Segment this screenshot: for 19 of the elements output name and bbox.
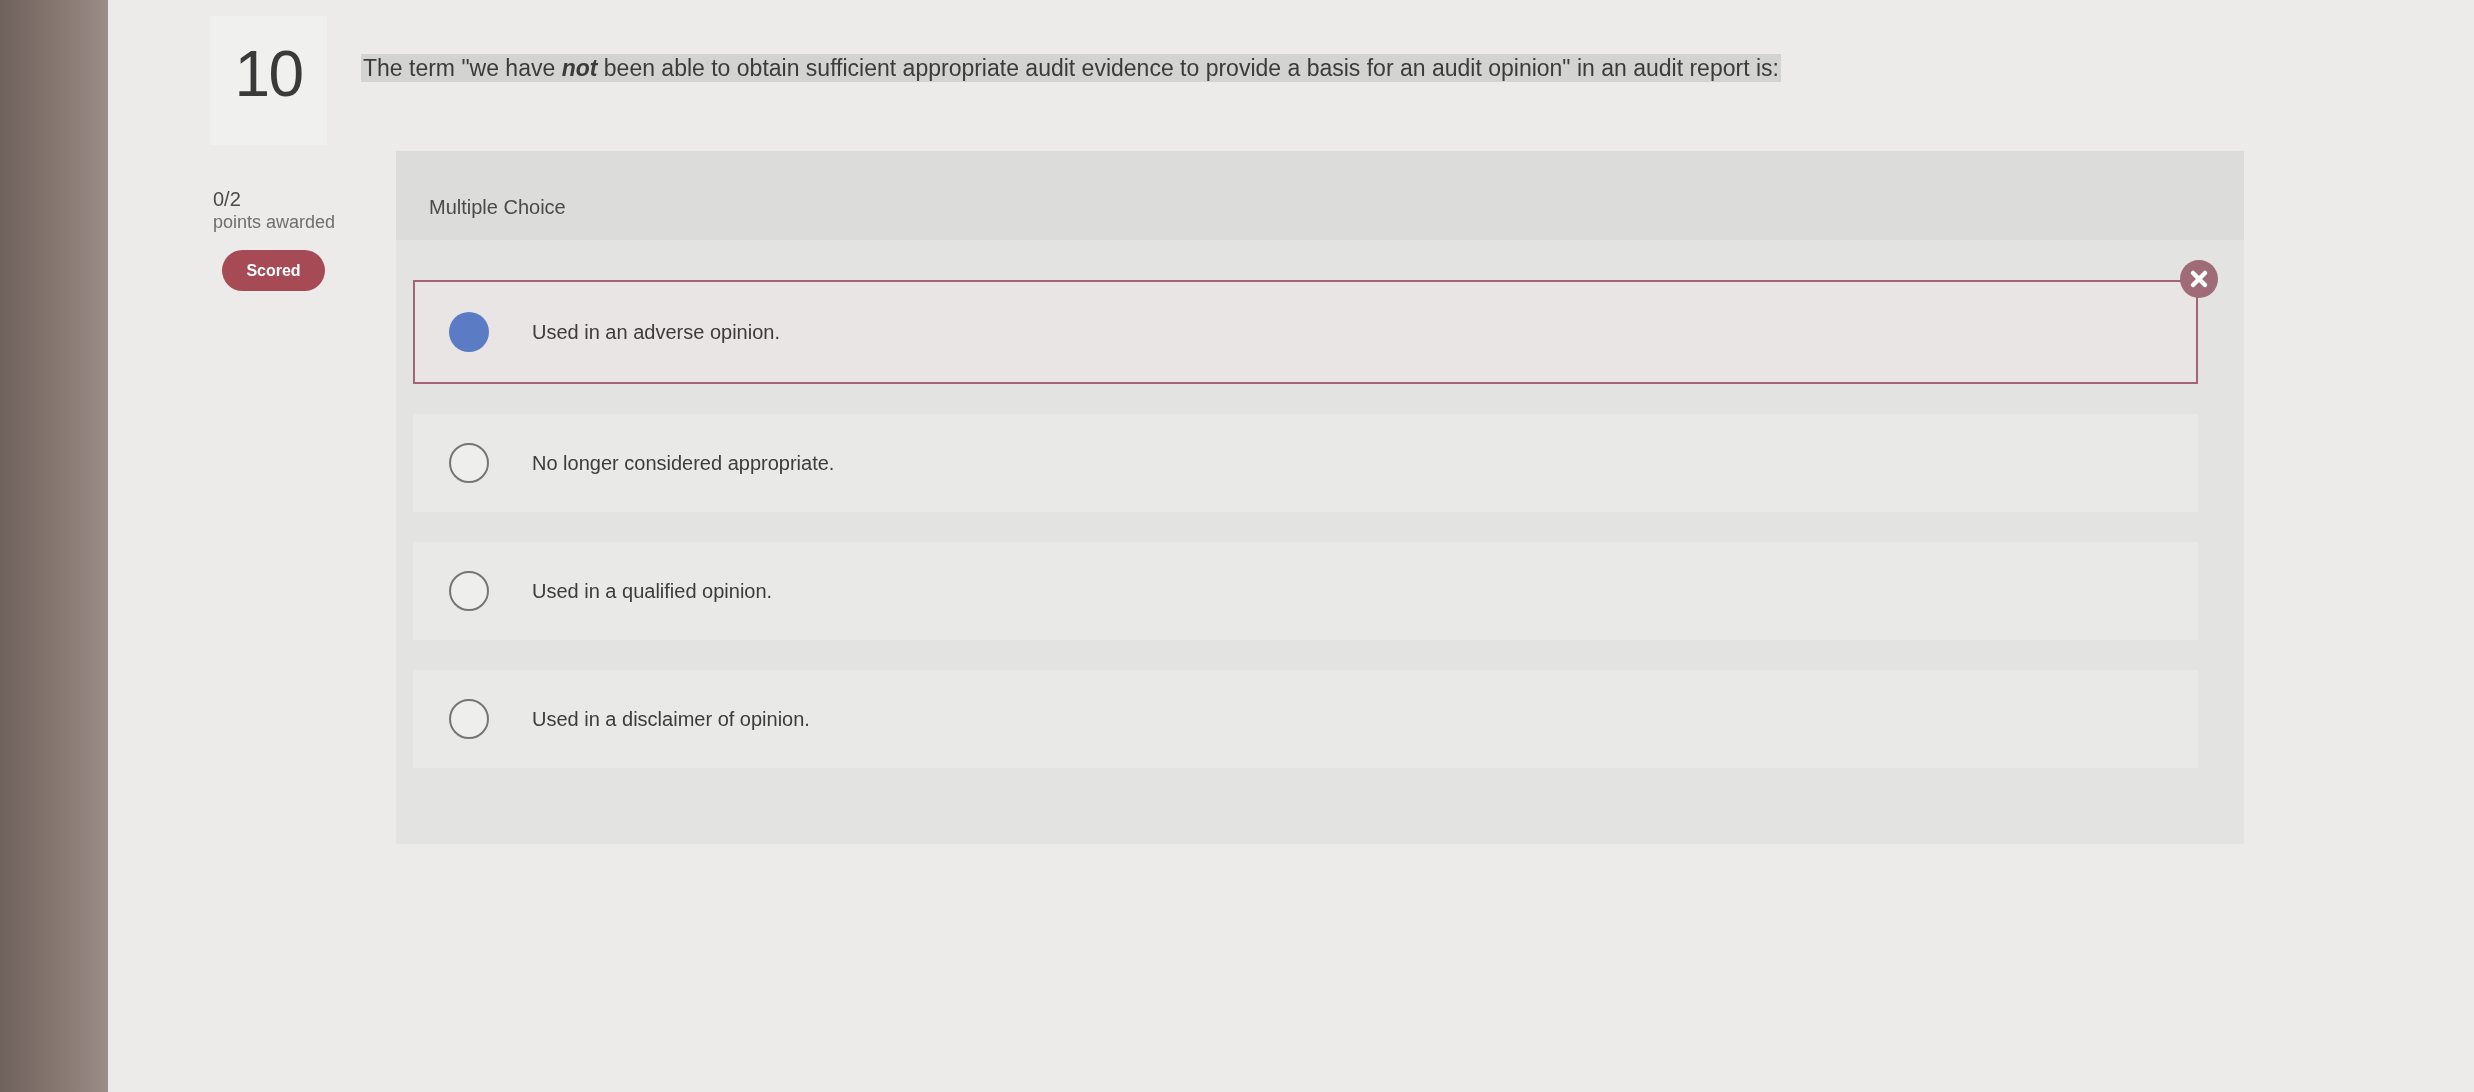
- radio-button[interactable]: [449, 699, 489, 739]
- answer-option[interactable]: Used in a disclaimer of opinion.: [413, 670, 2198, 768]
- option-text: Used in a qualified opinion.: [532, 579, 773, 603]
- answer-option[interactable]: Used in an adverse opinion.: [413, 280, 2198, 384]
- option-text: Used in a disclaimer of opinion.: [532, 707, 810, 731]
- option-text: Used in an adverse opinion.: [532, 320, 780, 344]
- x-mark-icon: [2180, 260, 2218, 298]
- status-badge: Scored: [222, 250, 325, 291]
- answer-option[interactable]: Used in a qualified opinion.: [413, 542, 2198, 640]
- radio-button[interactable]: [449, 443, 489, 483]
- question-number: 10: [210, 16, 327, 145]
- question-type: Multiple Choice: [429, 196, 566, 218]
- points-label: points awarded: [213, 211, 336, 233]
- radio-button[interactable]: [449, 312, 489, 352]
- radio-button[interactable]: [449, 571, 489, 611]
- question-text: The term "we have not been able to obtain sufficient appropriate audit evidence to provide a basis for an audit opinion" in an audit report is:: [361, 54, 1781, 82]
- points-score: 0/2: [213, 187, 241, 211]
- answer-option[interactable]: No longer considered appropriate.: [413, 414, 2198, 512]
- option-text: No longer considered appropriate.: [532, 451, 835, 475]
